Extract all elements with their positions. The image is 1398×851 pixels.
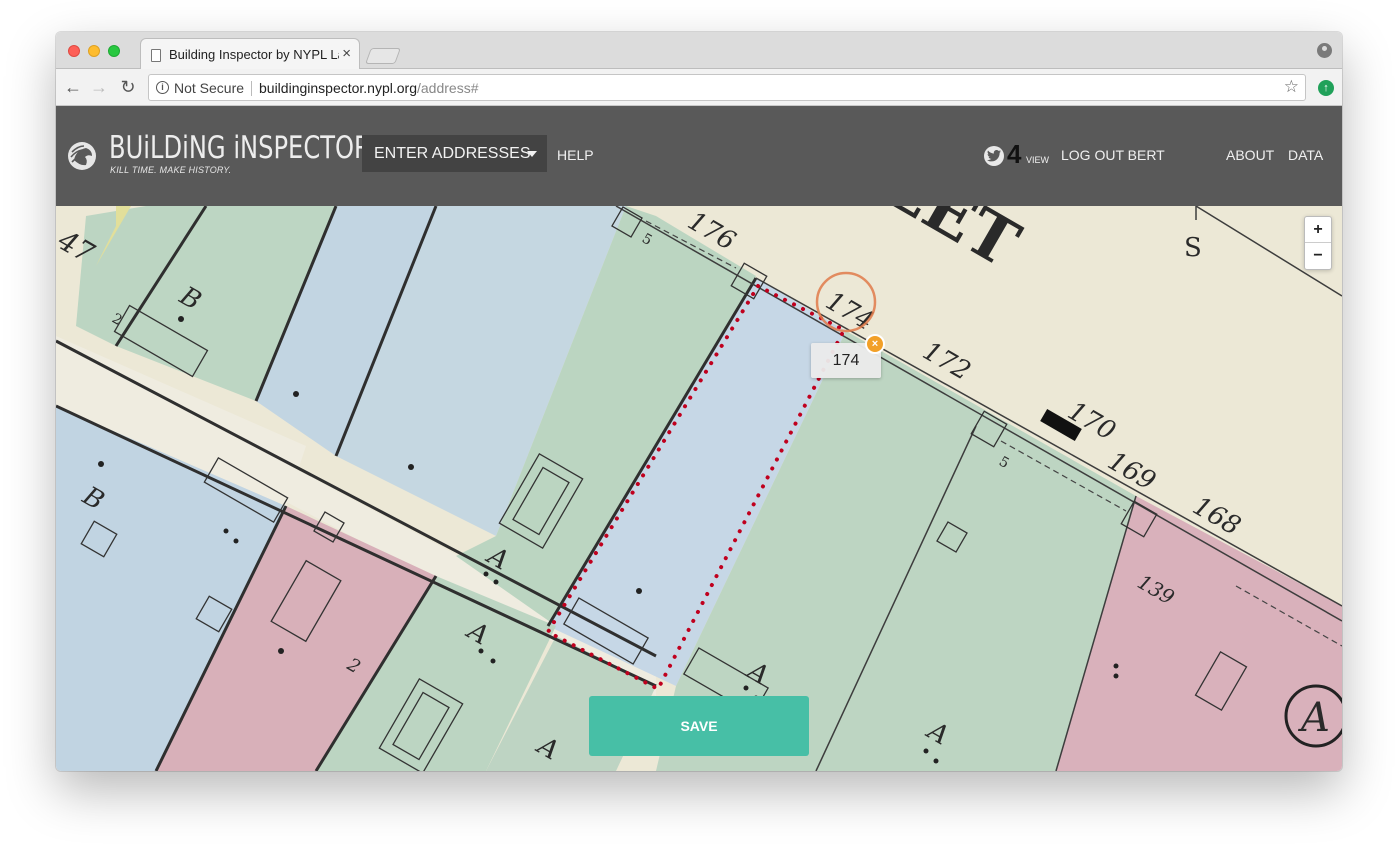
caret-down-icon xyxy=(527,151,537,157)
tab-close-icon[interactable]: × xyxy=(342,45,351,62)
url-text: buildinginspector.nypl.org/address# xyxy=(259,80,478,96)
profile-icon[interactable] xyxy=(1317,43,1332,58)
browser-window: Building Inspector by NYPL La × ← → ↻ i … xyxy=(56,32,1342,771)
tab-strip: Building Inspector by NYPL La × xyxy=(56,32,1342,70)
maximize-window-button[interactable] xyxy=(108,45,120,57)
bookmark-star-icon[interactable]: ☆ xyxy=(1284,77,1299,97)
new-tab-button[interactable] xyxy=(365,48,401,64)
zoom-in-button[interactable]: + xyxy=(1305,217,1331,243)
url-host: buildinginspector.nypl.org xyxy=(259,80,417,96)
close-window-button[interactable] xyxy=(68,45,80,57)
map-letter: S xyxy=(1184,233,1202,263)
omnibox-divider xyxy=(251,81,252,96)
site-tagline: KILL TIME. MAKE HISTORY. xyxy=(110,165,232,175)
url-path: /address# xyxy=(417,80,479,96)
about-link[interactable]: ABOUT xyxy=(1226,147,1274,163)
enter-addresses-dropdown[interactable]: ENTER ADDRESSES xyxy=(362,135,547,172)
reload-icon[interactable]: ↻ xyxy=(117,76,139,98)
map-tiles[interactable]: EET S 47 176 174 172 170 169 168 139 5 5… xyxy=(56,206,1342,771)
browser-tab[interactable]: Building Inspector by NYPL La × xyxy=(140,38,360,70)
minimize-window-button[interactable] xyxy=(88,45,100,57)
remove-address-icon[interactable]: × xyxy=(865,334,885,354)
dropdown-label: ENTER ADDRESSES xyxy=(374,145,531,162)
address-bar[interactable]: i Not Secure buildinginspector.nypl.org/… xyxy=(148,74,1306,101)
score-view-link[interactable]: VIEW xyxy=(1026,155,1049,165)
tab-title: Building Inspector by NYPL La xyxy=(169,47,339,62)
site-logo-title[interactable]: BUiLDiNG iNSPECTOR xyxy=(109,130,371,166)
info-icon[interactable]: i xyxy=(156,81,169,94)
page-icon xyxy=(151,49,161,62)
historic-map[interactable]: EET S 47 176 174 172 170 169 168 139 5 5… xyxy=(56,206,1342,771)
site-header: BUiLDiNG iNSPECTOR KILL TIME. MAKE HISTO… xyxy=(56,106,1342,206)
back-icon[interactable]: ← xyxy=(62,76,84,98)
map-letter: A xyxy=(1297,695,1330,741)
twitter-icon[interactable] xyxy=(984,146,1004,166)
save-button[interactable]: SAVE xyxy=(589,696,809,756)
forward-icon[interactable]: → xyxy=(88,76,110,98)
lion-logo-icon xyxy=(68,142,96,170)
zoom-out-button[interactable]: − xyxy=(1305,243,1331,269)
help-link[interactable]: HELP xyxy=(557,147,594,163)
browser-toolbar: ← → ↻ i Not Secure buildinginspector.nyp… xyxy=(56,69,1342,106)
data-link[interactable]: DATA xyxy=(1288,147,1323,163)
extension-upload-icon[interactable]: ↑ xyxy=(1318,80,1334,96)
zoom-control: + − xyxy=(1304,216,1332,270)
score-count: 4 xyxy=(1007,139,1022,169)
logout-link[interactable]: LOG OUT BERT xyxy=(1061,147,1165,163)
security-label: Not Secure xyxy=(174,80,245,96)
